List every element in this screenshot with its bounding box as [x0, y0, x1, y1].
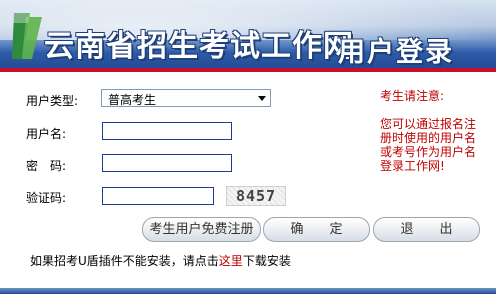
- captcha-input[interactable]: [102, 187, 214, 205]
- notice-panel: 考生请注意: 您可以通过报名注册时使用的用户名或考号作为用户名登录工作网!: [380, 89, 480, 173]
- site-title: 云南省招生考试工作网: [44, 29, 354, 64]
- exit-button[interactable]: 退 出: [373, 217, 480, 242]
- download-hint: 如果招考U盾插件不能安装，请点击这里下载安装: [30, 252, 291, 269]
- header-divider: [0, 68, 496, 72]
- user-type-select[interactable]: 普高考生: [101, 89, 271, 107]
- password-input[interactable]: [102, 154, 232, 172]
- captcha-label: 验证码:: [26, 191, 67, 205]
- notice-title: 考生请注意:: [380, 89, 445, 103]
- username-input[interactable]: [102, 122, 232, 140]
- captcha-image[interactable]: 8457: [226, 186, 286, 206]
- download-hint-suffix: 下载安装: [242, 254, 291, 268]
- username-label: 用户名:: [26, 127, 67, 141]
- header-banner: 云南省招生考试工作网 用户登录: [0, 0, 496, 68]
- bottom-bar: [0, 288, 496, 294]
- download-link[interactable]: 这里: [219, 254, 243, 268]
- chevron-down-icon[interactable]: [258, 96, 266, 101]
- confirm-button[interactable]: 确 定: [263, 217, 370, 242]
- logo-icon: [12, 13, 42, 59]
- notice-body: 您可以通过报名注册时使用的用户名或考号作为用户名登录工作网!: [380, 117, 477, 173]
- download-hint-text: 如果招考U盾插件不能安装，请点击: [30, 254, 219, 268]
- user-type-label: 用户类型:: [26, 94, 79, 108]
- password-label: 密 码:: [26, 159, 67, 173]
- page-title: 用户登录: [338, 37, 454, 68]
- register-button[interactable]: 考生用户免费注册: [142, 217, 261, 242]
- user-type-selected-value: 普高考生: [108, 93, 157, 107]
